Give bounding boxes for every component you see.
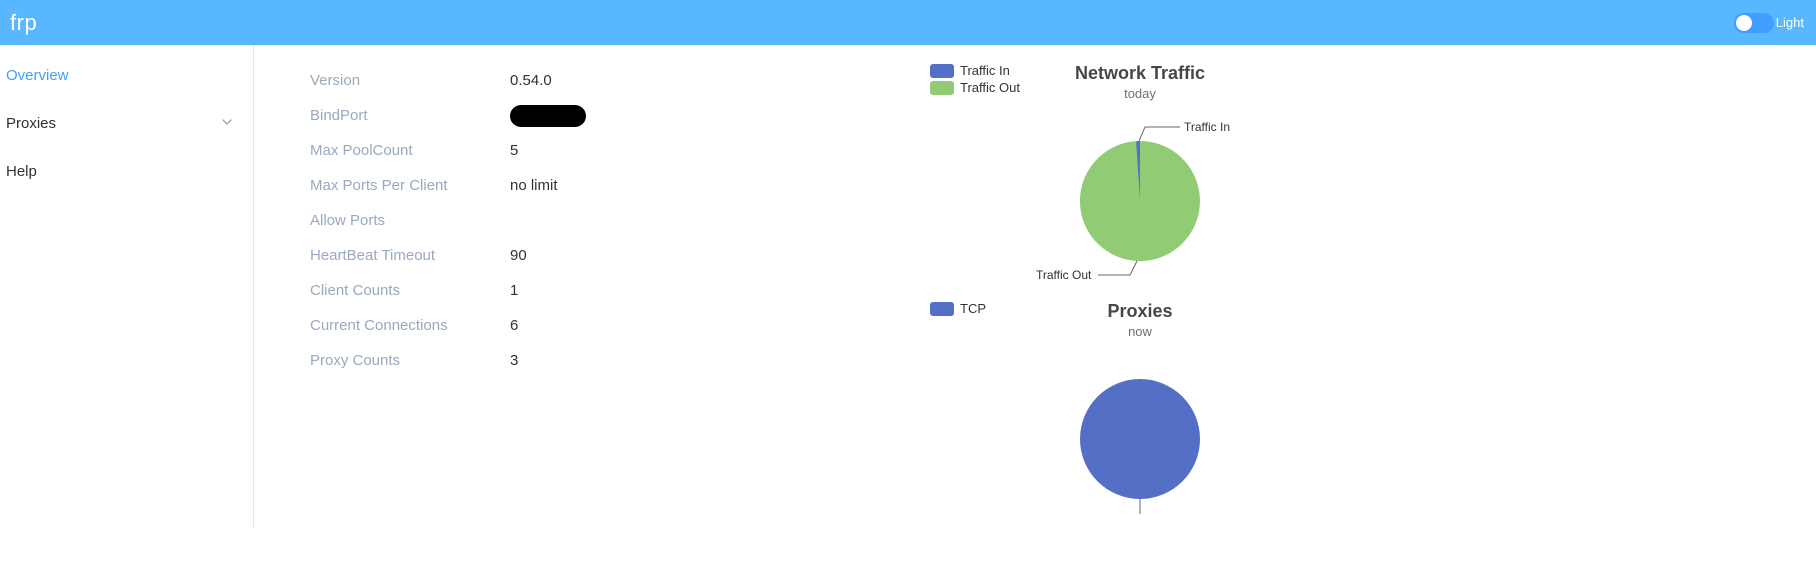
stat-value: 6 — [510, 317, 518, 334]
pie-chart-traffic: Traffic In Traffic Out — [980, 111, 1300, 291]
stat-value-redacted — [510, 105, 586, 127]
theme-label: Light — [1776, 15, 1804, 30]
legend-swatch-icon — [930, 64, 954, 78]
chart-legend: Traffic In Traffic Out — [930, 63, 1020, 97]
stat-row: BindPort — [310, 98, 910, 133]
stat-row: Version 0.54.0 — [310, 63, 910, 98]
stat-label: Proxy Counts — [310, 352, 510, 369]
sidebar-item-overview[interactable]: Overview — [0, 51, 253, 99]
stat-label: Client Counts — [310, 282, 510, 299]
label-line — [1139, 127, 1180, 141]
stat-label: HeartBeat Timeout — [310, 247, 510, 264]
chart-proxies: TCP Proxies now — [930, 301, 1350, 519]
slice-label: Traffic Out — [1036, 268, 1092, 282]
stat-row: Current Connections 6 — [310, 308, 910, 343]
stat-label: Max Ports Per Client — [310, 177, 510, 194]
legend-item[interactable]: Traffic Out — [930, 80, 1020, 95]
content: Version 0.54.0 BindPort Max PoolCount 5 … — [254, 45, 1816, 529]
stat-label: BindPort — [310, 107, 510, 124]
chart-subtitle: now — [930, 324, 1350, 339]
stat-value: 5 — [510, 142, 518, 159]
stat-row: Proxy Counts 3 — [310, 343, 910, 378]
charts: Traffic In Traffic Out Network Traffic t… — [910, 63, 1350, 529]
stat-value: 0.54.0 — [510, 72, 552, 89]
stat-value: 90 — [510, 247, 527, 264]
legend-item[interactable]: Traffic In — [930, 63, 1020, 78]
sidebar: Overview Proxies Help — [0, 45, 254, 529]
redacted-block — [510, 105, 586, 127]
header: frp Light — [0, 0, 1816, 45]
sidebar-item-label: Help — [6, 163, 37, 180]
sidebar-item-label: Overview — [6, 67, 69, 84]
stat-row: Client Counts 1 — [310, 273, 910, 308]
switch-knob — [1736, 15, 1752, 31]
legend-label: Traffic In — [960, 63, 1010, 78]
stat-label: Allow Ports — [310, 212, 510, 229]
pie-slice-tcp — [1080, 379, 1200, 499]
theme-toggle[interactable]: Light — [1734, 13, 1804, 33]
legend-swatch-icon — [930, 81, 954, 95]
legend-label: TCP — [960, 301, 986, 316]
stat-label: Max PoolCount — [310, 142, 510, 159]
stat-row: Allow Ports — [310, 203, 910, 238]
app-title: frp — [10, 10, 37, 36]
stat-value: 1 — [510, 282, 518, 299]
stats-table: Version 0.54.0 BindPort Max PoolCount 5 … — [310, 63, 910, 529]
stat-value: 3 — [510, 352, 518, 369]
legend-label: Traffic Out — [960, 80, 1020, 95]
theme-switch[interactable] — [1734, 13, 1774, 33]
stat-label: Current Connections — [310, 317, 510, 334]
stat-row: Max Ports Per Client no limit — [310, 168, 910, 203]
chart-title: Proxies — [930, 301, 1350, 322]
pie-chart-proxies — [980, 349, 1300, 519]
stat-value: no limit — [510, 177, 558, 194]
chart-legend: TCP — [930, 301, 986, 318]
stat-row: HeartBeat Timeout 90 — [310, 238, 910, 273]
chevron-down-icon — [221, 116, 233, 131]
slice-label: Traffic In — [1184, 120, 1230, 134]
legend-swatch-icon — [930, 302, 954, 316]
chart-traffic: Traffic In Traffic Out Network Traffic t… — [930, 63, 1350, 291]
sidebar-item-help[interactable]: Help — [0, 147, 253, 195]
stat-label: Version — [310, 72, 510, 89]
sidebar-item-proxies[interactable]: Proxies — [0, 99, 253, 147]
stat-row: Max PoolCount 5 — [310, 133, 910, 168]
sidebar-item-label: Proxies — [6, 115, 56, 132]
label-line — [1098, 261, 1137, 275]
legend-item[interactable]: TCP — [930, 301, 986, 316]
main: Overview Proxies Help Version 0.54.0 Bin… — [0, 45, 1816, 529]
